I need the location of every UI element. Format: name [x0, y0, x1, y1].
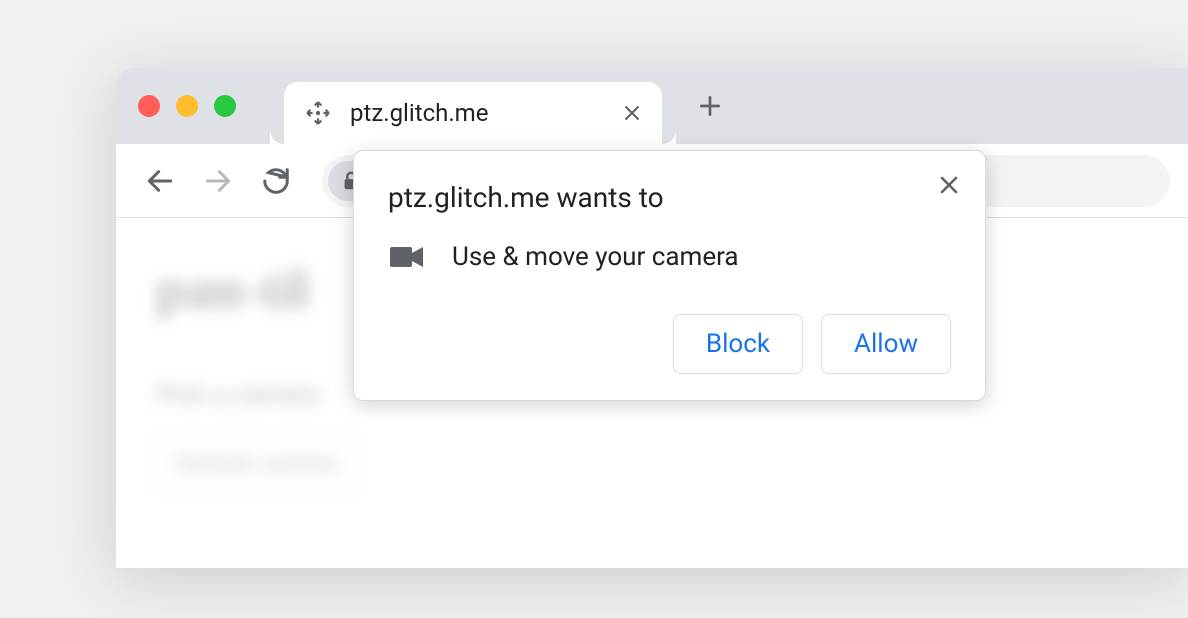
- move-icon: [304, 99, 332, 127]
- prompt-title: ptz.glitch.me wants to: [388, 181, 951, 214]
- back-button[interactable]: [134, 155, 186, 207]
- allow-button[interactable]: Allow: [821, 314, 951, 374]
- permission-prompt: ptz.glitch.me wants to Use & move your c…: [353, 150, 986, 401]
- close-prompt-button[interactable]: [935, 171, 963, 199]
- block-button[interactable]: Block: [673, 314, 803, 374]
- maximize-window-button[interactable]: [214, 95, 236, 117]
- minimize-window-button[interactable]: [176, 95, 198, 117]
- browser-tab[interactable]: ptz.glitch.me: [284, 82, 662, 144]
- permission-text: Use & move your camera: [452, 242, 739, 272]
- window-controls: [138, 95, 236, 117]
- forward-button[interactable]: [192, 155, 244, 207]
- camera-select[interactable]: Default camera: [156, 438, 357, 488]
- close-window-button[interactable]: [138, 95, 160, 117]
- tab-title: ptz.glitch.me: [350, 99, 604, 127]
- reload-button[interactable]: [250, 155, 302, 207]
- camera-icon: [390, 245, 424, 269]
- new-tab-button[interactable]: [690, 86, 730, 126]
- permission-row: Use & move your camera: [388, 242, 951, 272]
- tab-bar: ptz.glitch.me: [116, 68, 1188, 144]
- close-tab-button[interactable]: [622, 103, 642, 123]
- prompt-buttons: Block Allow: [388, 314, 951, 374]
